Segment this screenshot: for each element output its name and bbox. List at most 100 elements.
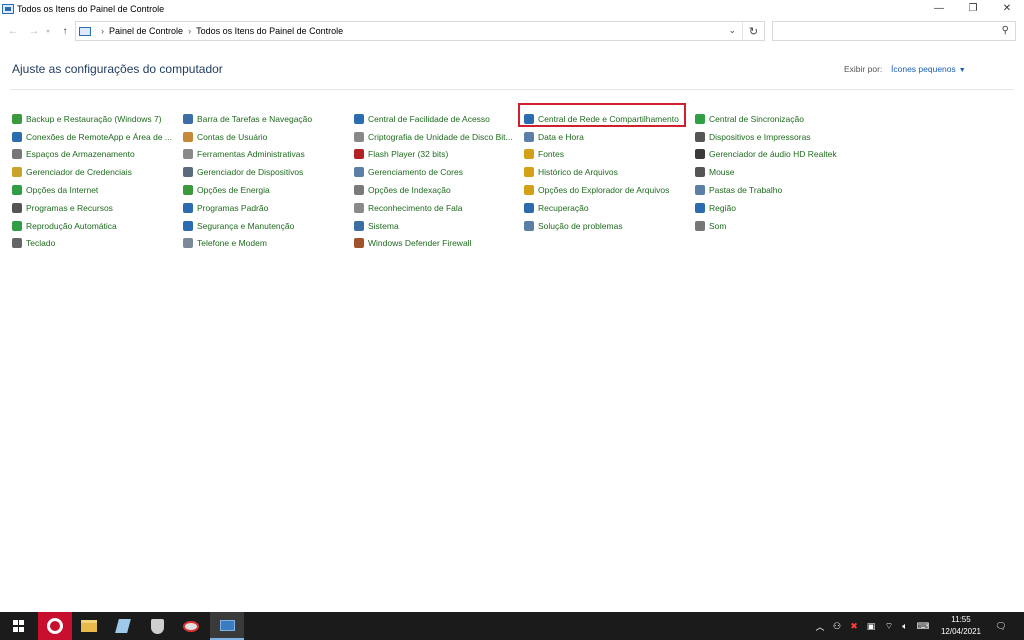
control-panel-item[interactable]: Teclado <box>12 235 182 253</box>
control-panel-item[interactable]: Flash Player (32 bits) <box>354 146 524 164</box>
control-panel-item[interactable]: Criptografia de Unidade de Disco Bit... <box>354 128 524 146</box>
chevron-up-icon: ︿ <box>815 621 825 632</box>
breadcrumb-painel-de-controle[interactable]: Painel de Controle <box>109 26 183 36</box>
start-icon <box>13 620 25 632</box>
restore-button[interactable]: ❐ <box>956 0 990 17</box>
tray-expand-button[interactable]: ︿ <box>814 612 826 640</box>
restore-icon: ❐ <box>968 3 978 14</box>
control-panel-item[interactable]: Sistema <box>354 217 524 235</box>
control-panel-item[interactable]: Opções de Energia <box>183 181 353 199</box>
control-panel-item[interactable]: Som <box>695 217 865 235</box>
minimize-button[interactable]: — <box>922 0 956 17</box>
control-panel-item[interactable]: Dispositivos e Impressoras <box>695 128 865 146</box>
control-panel-item[interactable]: Telefone e Modem <box>183 235 353 253</box>
control-panel-item[interactable]: Gerenciador de Credenciais <box>12 163 182 181</box>
taskbar-file-explorer[interactable] <box>72 612 106 640</box>
control-panel-item[interactable]: Opções da Internet <box>12 181 182 199</box>
tray-keyboard-button[interactable]: ⌨ <box>914 612 932 640</box>
start-button[interactable] <box>2 612 36 640</box>
taskbar-icon <box>183 113 193 124</box>
forward-button[interactable]: → <box>27 24 41 38</box>
back-button[interactable]: ← <box>6 24 20 38</box>
taskbar-opera[interactable] <box>38 612 72 640</box>
control-panel-item[interactable]: Opções do Explorador de Arquivos <box>524 181 694 199</box>
control-panel-item-label: Contas de Usuário <box>197 131 268 142</box>
printer-icon <box>695 131 705 142</box>
control-panel-item-label: Segurança e Manutenção <box>197 220 295 231</box>
clock-time: 11:55 <box>951 615 971 624</box>
control-panel-item[interactable]: Histórico de Arquivos <box>524 163 694 181</box>
control-panel-item-label: Central de Sincronização <box>709 113 804 124</box>
recent-locations-button[interactable]: ▾ <box>44 24 52 38</box>
control-panel-item[interactable]: Gerenciador de Dispositivos <box>183 163 353 181</box>
control-panel-item[interactable]: Gerenciamento de Cores <box>354 163 524 181</box>
control-panel-item-label: Dispositivos e Impressoras <box>709 131 811 142</box>
close-button[interactable]: ✕ <box>990 0 1024 17</box>
tray-volume-button[interactable]: 🔈︎ <box>898 612 912 640</box>
control-panel-item[interactable]: Mouse <box>695 163 865 181</box>
items-column-2: Barra de Tarefas e Navegação Contas de Us… <box>183 110 353 252</box>
control-panel-item-label: Mouse <box>709 167 735 178</box>
control-panel-item[interactable]: Reconhecimento de Fala <box>354 199 524 217</box>
control-panel-item[interactable]: Pastas de Trabalho <box>695 181 865 199</box>
control-panel-item[interactable]: Recuperação <box>524 199 694 217</box>
control-panel-item[interactable]: Fontes <box>524 146 694 164</box>
up-button[interactable]: ↑ <box>58 24 72 38</box>
system-icon <box>354 220 364 231</box>
remoteapp-icon <box>12 131 22 142</box>
taskbar-paint[interactable] <box>174 612 208 640</box>
control-panel-item[interactable]: Programas Padrão <box>183 199 353 217</box>
action-center-button[interactable]: 🗨︎ <box>992 612 1010 640</box>
arrow-left-icon: ← <box>8 25 18 37</box>
control-panel-item[interactable]: Opções de Indexação <box>354 181 524 199</box>
file-history-icon <box>524 167 534 178</box>
refresh-icon: ↻ <box>748 25 759 38</box>
tray-people-button[interactable]: ⚇ <box>830 612 844 640</box>
control-panel-item[interactable]: Região <box>695 199 865 217</box>
control-panel-item-label: Central de Facilidade de Acesso <box>368 113 490 124</box>
control-panel-item-label: Opções do Explorador de Arquivos <box>538 185 670 196</box>
control-panel-item[interactable]: Espaços de Armazenamento <box>12 146 182 164</box>
bitlocker-icon <box>354 131 364 142</box>
control-panel-item[interactable]: Barra de Tarefas e Navegação <box>183 110 353 128</box>
control-panel-item-label: Gerenciador de Credenciais <box>26 167 132 178</box>
control-panel-item[interactable]: Conexões de RemoteApp e Área de ... <box>12 128 182 146</box>
taskbar-notepad[interactable] <box>106 612 140 640</box>
control-panel-item[interactable]: Windows Defender Firewall <box>354 235 524 253</box>
clock[interactable]: 11:55 12/04/2021 <box>936 614 986 638</box>
sound-icon <box>695 220 705 231</box>
control-panel-item[interactable]: Contas de Usuário <box>183 128 353 146</box>
breadcrumb-todos-os-itens[interactable]: Todos os Itens do Painel de Controle <box>196 26 343 36</box>
control-panel-item[interactable]: Data e Hora <box>524 128 694 146</box>
address-bar[interactable]: › Painel de Controle › Todos os Itens do… <box>75 21 765 41</box>
control-panel-icon <box>219 619 235 631</box>
caret-down-icon: ▼ <box>958 67 966 74</box>
control-panel-item[interactable]: Central de Sincronização <box>695 110 865 128</box>
view-by-dropdown[interactable]: Ícones pequenos ▼ <box>891 64 966 74</box>
control-panel-item[interactable]: Central de Facilidade de Acesso <box>354 110 524 128</box>
control-panel-item[interactable]: Solução de problemas <box>524 217 694 235</box>
address-dropdown-icon[interactable]: ⌄ <box>728 25 736 36</box>
phone-icon <box>183 238 193 249</box>
flag-icon <box>183 220 193 231</box>
control-panel-item[interactable]: Backup e Restauração (Windows 7) <box>12 110 182 128</box>
tray-network-error-button[interactable]: ✖ <box>848 612 860 640</box>
control-panel-item[interactable]: Gerenciador de áudio HD Realtek <box>695 146 865 164</box>
search-input[interactable]: ⚲ <box>772 21 1016 41</box>
control-panel-item[interactable]: Ferramentas Administrativas <box>183 146 353 164</box>
minimize-icon: — <box>934 3 944 14</box>
control-panel-item-label: Pastas de Trabalho <box>709 185 783 196</box>
refresh-button[interactable]: ↻ <box>742 22 764 40</box>
control-panel-item-label: Sistema <box>368 220 399 231</box>
tray-security-button[interactable]: ▣ <box>864 612 878 640</box>
control-panel-item-label: Windows Defender Firewall <box>368 238 472 249</box>
control-panel-item[interactable]: Segurança e Manutenção <box>183 217 353 235</box>
control-panel-item[interactable]: Reprodução Automática <box>12 217 182 235</box>
control-panel-item[interactable]: Programas e Recursos <box>12 199 182 217</box>
breadcrumb-separator-icon[interactable]: › <box>101 26 104 36</box>
tray-wifi-button[interactable]: ⌔ <box>882 612 896 640</box>
taskbar-shield-app[interactable] <box>140 612 174 640</box>
items-column-3: Central de Facilidade de Acesso Criptogra… <box>354 110 524 252</box>
breadcrumb-separator-icon[interactable]: › <box>188 26 191 36</box>
taskbar-control-panel[interactable] <box>210 612 244 640</box>
